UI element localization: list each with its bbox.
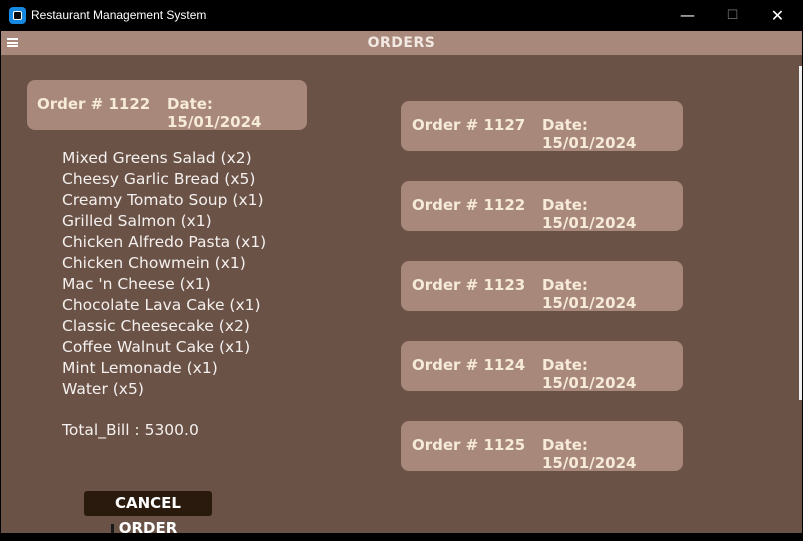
order-date: Date: 15/01/2024 — [542, 276, 637, 312]
close-button[interactable]: ✕ — [755, 0, 800, 31]
order-date: Date: 15/01/2024 — [542, 436, 637, 472]
order-card[interactable]: Order # 1125 Date: 15/01/2024 — [401, 421, 683, 472]
app-icon — [9, 7, 26, 24]
list-item: Mixed Greens Salad (x2) — [62, 149, 252, 167]
total-bill: Total_Bill : 5300.0 — [62, 421, 199, 439]
scrollbar[interactable] — [799, 66, 802, 400]
order-number: Order # 1122 — [37, 95, 151, 113]
title-bar: Restaurant Management System — ☐ ✕ — [1, 0, 802, 31]
order-number: Order # 1127 — [412, 116, 526, 134]
order-number: Order # 1124 — [412, 356, 526, 374]
order-number: Order # 1123 — [412, 276, 526, 294]
selected-order-card[interactable]: Order # 1122 Date: 15/01/2024 — [27, 80, 307, 131]
order-number: Order # 1125 — [412, 436, 526, 454]
order-card[interactable]: Order # 1123 Date: 15/01/2024 — [401, 261, 683, 312]
app-window: Restaurant Management System — ☐ ✕ ORDER… — [1, 0, 802, 537]
list-item: Coffee Walnut Cake (x1) — [62, 338, 251, 356]
minimize-button[interactable]: — — [665, 0, 710, 31]
order-card[interactable]: Order # 1127 Date: 15/01/2024 — [401, 101, 683, 152]
list-item: Water (x5) — [62, 380, 144, 398]
header-bar: ORDERS — [1, 31, 802, 55]
page-title: ORDERS — [367, 35, 436, 51]
order-number: Order # 1122 — [412, 196, 526, 214]
order-card[interactable]: Order # 1124 Date: 15/01/2024 — [401, 341, 683, 392]
list-item: Grilled Salmon (x1) — [62, 212, 212, 230]
cancel-order-button[interactable]: CANCEL ORDER — [84, 491, 212, 537]
order-date: Date: 15/01/2024 — [542, 356, 637, 392]
window-title: Restaurant Management System — [31, 8, 207, 22]
order-date: Date: 15/01/2024 — [542, 196, 637, 232]
list-item: Mint Lemonade (x1) — [62, 359, 218, 377]
order-date: Date: 15/01/2024 — [167, 95, 262, 131]
list-item: Chicken Alfredo Pasta (x1) — [62, 233, 267, 251]
resize-grip — [111, 524, 114, 533]
order-items-list: Mixed Greens Salad (x2) Cheesy Garlic Br… — [62, 148, 266, 400]
maximize-button[interactable]: ☐ — [710, 0, 755, 31]
list-item: Classic Cheesecake (x2) — [62, 317, 250, 335]
list-item: Creamy Tomato Soup (x1) — [62, 191, 264, 209]
list-item: Mac 'n Cheese (x1) — [62, 275, 211, 293]
order-date: Date: 15/01/2024 — [542, 116, 637, 152]
list-item: Cheesy Garlic Bread (x5) — [62, 170, 256, 188]
order-card[interactable]: Order # 1122 Date: 15/01/2024 — [401, 181, 683, 232]
list-item: Chocolate Lava Cake (x1) — [62, 296, 261, 314]
list-item: Chicken Chowmein (x1) — [62, 254, 246, 272]
